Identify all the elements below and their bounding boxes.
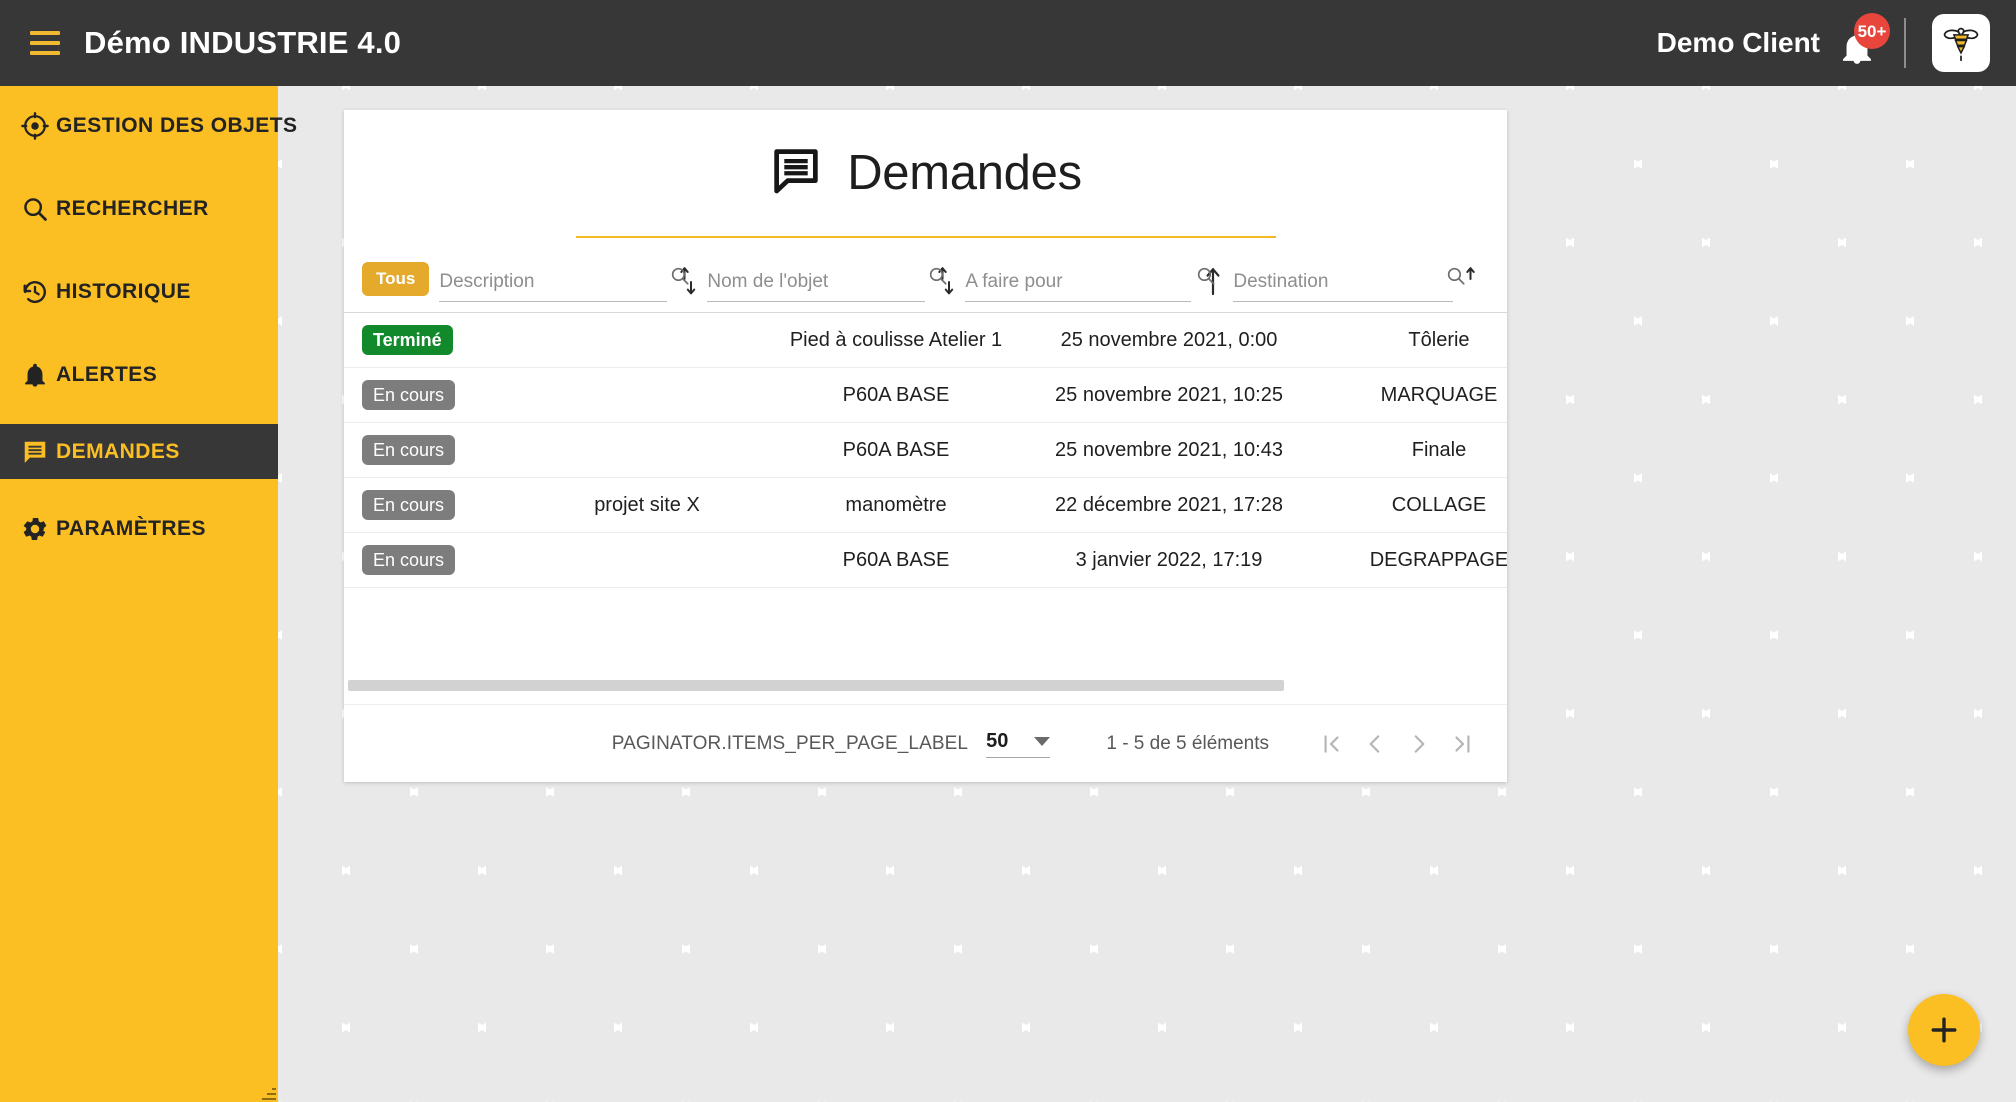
- sidebar-item-label: HISTORIQUE: [56, 279, 191, 303]
- sidebar-item-gestion-des-objets[interactable]: GESTION DES OBJETS: [0, 98, 297, 153]
- add-demande-fab[interactable]: [1908, 994, 1980, 1066]
- table-row[interactable]: En cours P60A BASE 25 novembre 2021, 10:…: [344, 367, 1507, 422]
- chevron-down-icon: [1034, 736, 1051, 746]
- first-page-button[interactable]: [1309, 722, 1353, 766]
- history-icon: [14, 275, 56, 309]
- object-cell: P60A BASE: [842, 383, 950, 406]
- destination-cell: Finale: [1411, 438, 1467, 461]
- bell-icon: [14, 358, 56, 392]
- page-range-label: 1 - 5 de 5 éléments: [1106, 732, 1269, 754]
- topbar-right-group: Demo Client 50+: [1656, 13, 2016, 72]
- destination-cell: MARQUAGE: [1380, 383, 1498, 406]
- filter-nom-objet: [707, 266, 957, 302]
- sidebar-item-label: RECHERCHER: [56, 196, 209, 220]
- date-cell: 25 novembre 2021, 10:25: [1055, 383, 1283, 406]
- status-badge: En cours: [362, 435, 456, 465]
- items-per-page-value: 50: [986, 729, 1009, 752]
- filter-destination: [1233, 265, 1476, 302]
- table-row[interactable]: En cours P60A BASE 3 janvier 2022, 17:19…: [344, 532, 1507, 587]
- next-page-button[interactable]: [1397, 722, 1441, 766]
- destination-cell: COLLAGE: [1391, 493, 1487, 516]
- status-cell: En cours: [344, 490, 526, 520]
- bee-logo-glyph: [1943, 27, 1979, 62]
- search-icon[interactable]: [1445, 265, 1467, 292]
- object-cell: P60A BASE: [842, 548, 950, 571]
- next-page-icon: [1414, 734, 1425, 753]
- due-date-search-input[interactable]: [965, 270, 1192, 302]
- demandes-card: Demandes Tous Description Nom de l'objet…: [344, 110, 1507, 782]
- sidebar-item-label: PARAMÈTRES: [56, 516, 206, 540]
- search-icon: [14, 192, 56, 226]
- card-header: Demandes: [344, 110, 1507, 236]
- sidebar-item-demandes[interactable]: DEMANDES: [0, 424, 278, 479]
- scrollbar-thumb[interactable]: [348, 680, 1284, 691]
- message-square-icon: [769, 144, 823, 203]
- filter-description: [439, 266, 699, 302]
- status-badge: En cours: [362, 490, 456, 520]
- status-cell: En cours: [344, 435, 526, 465]
- message-icon: [14, 435, 56, 469]
- gear-icon: [14, 512, 56, 546]
- destination-cell: Tôlerie: [1408, 328, 1470, 351]
- paginator: PAGINATOR.ITEMS_PER_PAGE_LABEL 50 1 - 5 …: [344, 704, 1507, 782]
- filter-chip-tous[interactable]: Tous: [362, 262, 430, 296]
- search-icon[interactable]: [1195, 265, 1217, 292]
- table-row[interactable]: En cours projet site X manomètre 22 déce…: [344, 477, 1507, 532]
- sidebar-item-alertes[interactable]: ALERTES: [0, 347, 278, 402]
- date-cell: 22 décembre 2021, 17:28: [1055, 493, 1283, 516]
- page-title: Demandes: [847, 146, 1082, 200]
- target-icon: [14, 109, 56, 143]
- hamburger-menu-icon[interactable]: [30, 31, 60, 55]
- items-per-page-label: PAGINATOR.ITEMS_PER_PAGE_LABEL: [611, 732, 969, 754]
- plus-icon: [1931, 1017, 1957, 1043]
- date-cell: 25 novembre 2021, 10:43: [1055, 438, 1283, 461]
- description-cell: projet site X: [594, 493, 700, 516]
- last-page-button[interactable]: [1441, 722, 1485, 766]
- date-cell: 25 novembre 2021, 0:00: [1060, 328, 1278, 351]
- status-cell: En cours: [344, 380, 526, 410]
- object-cell: Pied à coulisse Atelier 1: [789, 328, 1003, 351]
- destination-cell: DEGRAPPAGE: [1369, 548, 1507, 571]
- status-badge: En cours: [362, 545, 456, 575]
- user-name: Demo Client: [1656, 27, 1820, 58]
- object-cell: P60A BASE: [842, 438, 950, 461]
- sidebar-item-historique[interactable]: HISTORIQUE: [0, 264, 278, 319]
- previous-page-button[interactable]: [1353, 722, 1397, 766]
- notification-count-badge: 50+: [1854, 13, 1890, 49]
- sidebar-item-label: ALERTES: [56, 362, 158, 386]
- last-page-icon: [1455, 734, 1470, 753]
- app-root: Démo INDUSTRIE 4.0 Demo Client 50+ GESTI…: [0, 0, 2016, 1102]
- object-name-search-input[interactable]: [707, 270, 926, 302]
- app-title: Démo INDUSTRIE 4.0: [84, 25, 402, 60]
- bee-logo-icon[interactable]: [1932, 14, 1990, 72]
- status-cell: Terminé: [344, 325, 526, 355]
- status-cell: En cours: [344, 545, 526, 575]
- destination-search-input[interactable]: [1233, 270, 1454, 302]
- sidebar-resize-handle[interactable]: [262, 1086, 276, 1100]
- filter-a-faire-pour: [965, 266, 1225, 302]
- demandes-table: Terminé Pied à coulisse Atelier 1 25 nov…: [344, 312, 1507, 588]
- previous-page-icon: [1369, 734, 1380, 753]
- sidebar-item-rechercher[interactable]: RECHERCHER: [0, 181, 278, 236]
- horizontal-scrollbar[interactable]: [344, 680, 1507, 694]
- topbar-divider: [1904, 18, 1906, 68]
- sidebar-item-label: DEMANDES: [56, 439, 180, 463]
- first-page-icon: [1324, 734, 1339, 753]
- description-search-input[interactable]: [439, 270, 668, 302]
- search-icon[interactable]: [927, 265, 949, 292]
- status-badge: En cours: [362, 380, 456, 410]
- items-per-page-select[interactable]: 50: [986, 729, 1051, 758]
- sidebar-nav: GESTION DES OBJETS RECHERCHER HISTORIQUE…: [0, 86, 297, 1102]
- notification-bell-button[interactable]: 50+: [1836, 13, 1890, 67]
- status-badge: Terminé: [362, 325, 453, 355]
- filter-row: Tous: [344, 238, 1507, 312]
- top-app-bar: Démo INDUSTRIE 4.0 Demo Client 50+: [0, 0, 2016, 86]
- table-row[interactable]: Terminé Pied à coulisse Atelier 1 25 nov…: [344, 312, 1507, 367]
- sidebar-item-parametres[interactable]: PARAMÈTRES: [0, 501, 278, 556]
- date-cell: 3 janvier 2022, 17:19: [1075, 548, 1263, 571]
- search-icon[interactable]: [669, 265, 691, 292]
- sidebar-item-label: GESTION DES OBJETS: [56, 113, 298, 137]
- object-cell: manomètre: [845, 493, 947, 516]
- table-row[interactable]: En cours P60A BASE 25 novembre 2021, 10:…: [344, 422, 1507, 477]
